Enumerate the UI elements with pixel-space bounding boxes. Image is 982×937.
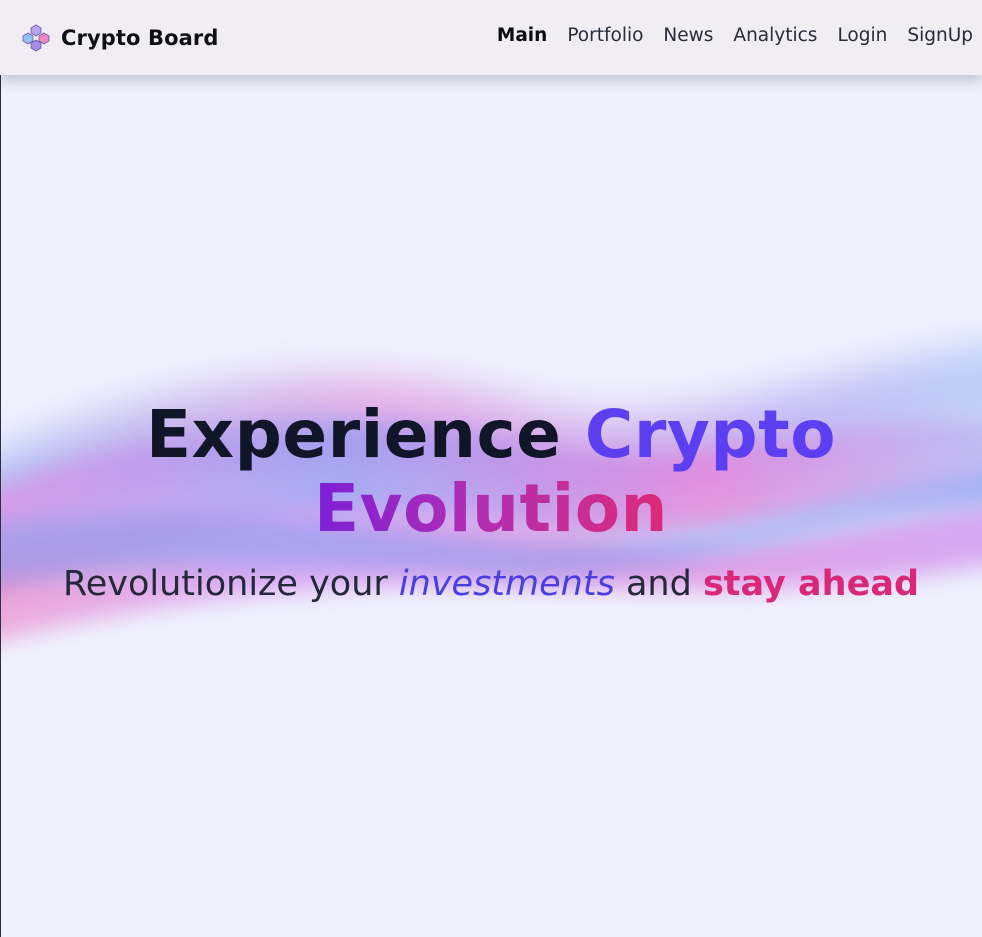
cube-cluster-logo-icon (22, 24, 50, 52)
hero-subtitle: Revolutionize your investments and stay … (0, 562, 982, 606)
nav-link-signup[interactable]: SignUp (907, 25, 973, 46)
hero-section: Experience Crypto Evolution Revolutioniz… (0, 398, 982, 606)
brand-link[interactable]: Crypto Board (21, 23, 218, 53)
nav-link-login[interactable]: Login (837, 25, 887, 46)
nav-link-analytics[interactable]: Analytics (733, 25, 817, 46)
brand-name: Crypto Board (61, 26, 219, 50)
nav-link-main[interactable]: Main (497, 25, 547, 46)
hero-subtitle-stay-ahead: stay ahead (702, 564, 920, 604)
hero-subtitle-investments: investments (398, 564, 615, 604)
hero-subtitle-part3: and (625, 564, 692, 604)
top-navbar: Crypto Board Main Portfolio News Analyti… (0, 0, 982, 75)
window-edge (0, 0, 1, 937)
nav-link-portfolio[interactable]: Portfolio (567, 25, 643, 46)
hero-title: Experience Crypto Evolution (0, 398, 982, 546)
page: Crypto Board Main Portfolio News Analyti… (0, 0, 982, 937)
hero-title-word-evolution: Evolution (313, 470, 669, 547)
nav-link-news[interactable]: News (663, 25, 713, 46)
hero-subtitle-part1: Revolutionize your (62, 564, 388, 604)
hero-title-word-crypto: Crypto (584, 396, 837, 473)
hero-title-word-experience: Experience (145, 396, 562, 473)
main-nav: Main Portfolio News Analytics Login Sign… (497, 25, 973, 46)
